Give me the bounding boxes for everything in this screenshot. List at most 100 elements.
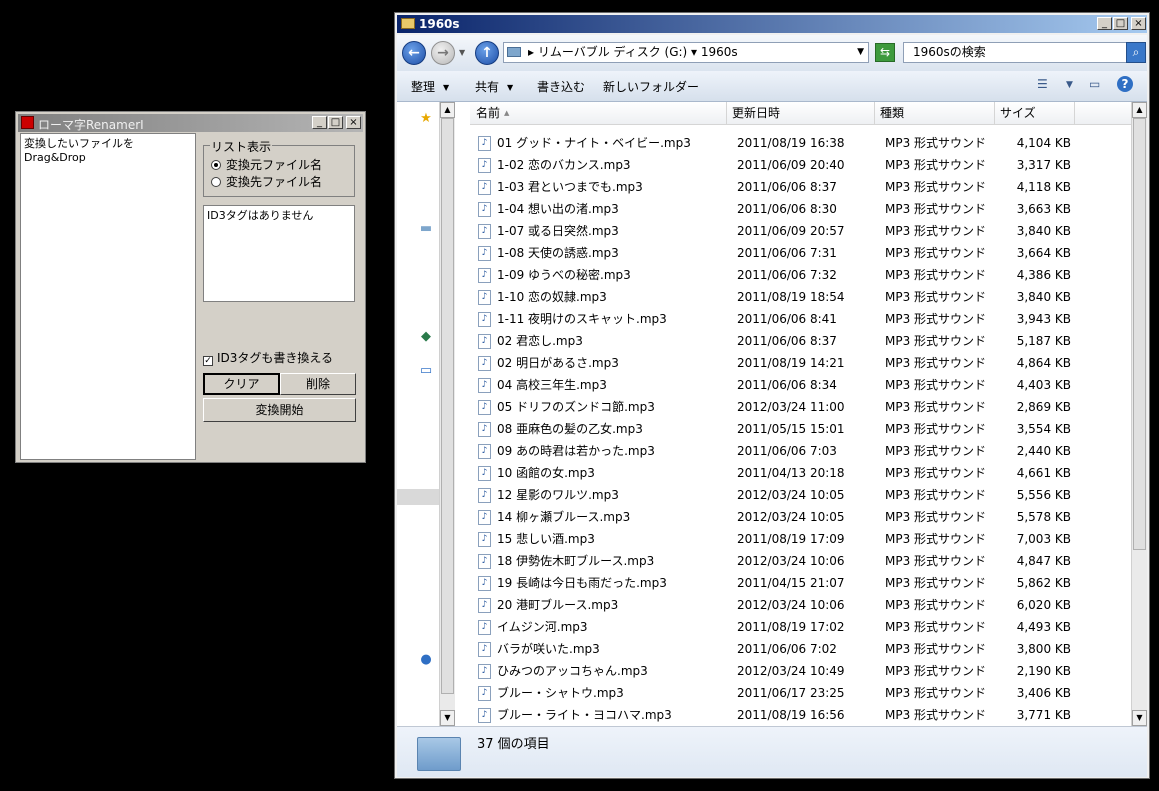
mp3-file-icon: ♪ bbox=[478, 268, 491, 283]
file-date: 2011/06/06 7:03 bbox=[737, 444, 837, 458]
back-arrow-icon[interactable]: ← bbox=[402, 41, 426, 65]
file-row[interactable]: ♪ ひみつのアッコちゃん.mp3 2012/03/24 10:49 MP3 形式サウン… bbox=[455, 660, 1131, 682]
file-row[interactable]: ♪ 1-03 君といつまでも.mp3 2011/06/06 8:37 MP3 形式サウ… bbox=[455, 176, 1131, 198]
explorer-minimize-button[interactable]: _ bbox=[1097, 17, 1112, 30]
renamer-titlebar[interactable]: ローマ字RenamerI _ □ × bbox=[18, 114, 363, 132]
history-dropdown-icon[interactable]: ▼ bbox=[459, 48, 465, 57]
drop-file-list[interactable]: 変換したいファイルをDrag&Drop bbox=[20, 133, 196, 460]
file-row[interactable]: ♪ イムジン河.mp3 2011/08/19 17:02 MP3 形式サウンド 4,49… bbox=[455, 616, 1131, 638]
computer-icon[interactable]: ▭ bbox=[419, 364, 433, 378]
share-menu[interactable]: 共有 ▼ bbox=[475, 78, 513, 95]
delete-button[interactable]: 削除 bbox=[280, 373, 356, 395]
file-scrollbar[interactable]: ▲ ▼ bbox=[1131, 102, 1147, 726]
file-date: 2011/04/13 20:18 bbox=[737, 466, 845, 480]
up-arrow-icon[interactable]: ↑ bbox=[475, 41, 499, 65]
id3-rewrite-check[interactable]: ✓ bbox=[203, 356, 213, 366]
file-row[interactable]: ♪ 12 星影のワルツ.mp3 2012/03/24 10:05 MP3 形式サウンド… bbox=[455, 484, 1131, 506]
file-row[interactable]: ♪ 1-09 ゆうべの秘密.mp3 2011/06/06 7:32 MP3 形式サウン… bbox=[455, 264, 1131, 286]
file-row[interactable]: ♪ 1-11 夜明けのスキャット.mp3 2011/06/06 8:41 MP3 形式… bbox=[455, 308, 1131, 330]
maximize-button[interactable]: □ bbox=[328, 116, 343, 129]
nav-scrollbar[interactable]: ▲ ▼ bbox=[439, 102, 455, 726]
views-icon[interactable]: ☰ bbox=[1037, 77, 1048, 91]
file-name: ブルー・シャトウ.mp3 bbox=[497, 686, 624, 700]
help-icon[interactable]: ? bbox=[1117, 76, 1133, 92]
file-row[interactable]: ♪ 04 高校三年生.mp3 2011/06/06 8:34 MP3 形式サウンド 4,… bbox=[455, 374, 1131, 396]
file-row[interactable]: ♪ バラが咲いた.mp3 2011/06/06 7:02 MP3 形式サウンド 3,80… bbox=[455, 638, 1131, 660]
folder-icon bbox=[401, 18, 415, 29]
file-row[interactable]: ♪ 1-02 恋のバカンス.mp3 2011/06/09 20:40 MP3 形式サウ… bbox=[455, 154, 1131, 176]
clear-button[interactable]: クリア bbox=[203, 373, 280, 395]
address-dropdown-icon[interactable]: ▼ bbox=[857, 43, 864, 62]
forward-arrow-icon[interactable]: → bbox=[431, 41, 455, 65]
radio-dest-indicator[interactable] bbox=[211, 177, 221, 187]
file-size: 7,003 KB bbox=[1016, 532, 1071, 546]
file-row[interactable]: ♪ 19 長崎は今日も雨だった.mp3 2011/04/15 21:07 MP3 形式… bbox=[455, 572, 1131, 594]
address-path[interactable]: ▸ リムーバブル ディスク (G:) ▾ 1960s bbox=[528, 43, 738, 62]
column-header-name[interactable]: 名前 ▲ bbox=[470, 102, 727, 125]
address-input[interactable]: ▸ リムーバブル ディスク (G:) ▾ 1960s ▼ bbox=[503, 42, 869, 63]
file-row[interactable]: ♪ ブルー・ライト・ヨコハマ.mp3 2011/08/19 16:56 MP3 形式サ… bbox=[455, 704, 1131, 726]
file-type: MP3 形式サウンド bbox=[885, 246, 987, 260]
new-folder-button[interactable]: 新しいフォルダー bbox=[603, 78, 699, 95]
nav-scroll-thumb[interactable] bbox=[441, 118, 454, 694]
file-scroll-down-icon[interactable]: ▼ bbox=[1132, 710, 1147, 726]
column-header-type[interactable]: 種類 bbox=[875, 102, 995, 125]
file-row[interactable]: ♪ 1-07 或る日突然.mp3 2011/06/09 20:57 MP3 形式サウン… bbox=[455, 220, 1131, 242]
mp3-file-icon: ♪ bbox=[478, 510, 491, 525]
id3-rewrite-checkbox[interactable]: ✓ ID3タグも書き換える bbox=[203, 349, 333, 366]
file-row[interactable]: ♪ 20 港町ブルース.mp3 2012/03/24 10:06 MP3 形式サウンド… bbox=[455, 594, 1131, 616]
nav-scroll-up-icon[interactable]: ▲ bbox=[440, 102, 455, 118]
radio-dest-name[interactable]: 変換先ファイル名 bbox=[211, 173, 322, 190]
start-convert-button[interactable]: 変換開始 bbox=[203, 398, 356, 422]
radio-source-indicator[interactable] bbox=[211, 160, 221, 170]
file-row[interactable]: ♪ 02 君恋し.mp3 2011/06/06 8:37 MP3 形式サウンド 5,18… bbox=[455, 330, 1131, 352]
file-row[interactable]: ♪ 18 伊勢佐木町ブルース.mp3 2012/03/24 10:06 MP3 形式サ… bbox=[455, 550, 1131, 572]
file-size: 3,800 KB bbox=[1016, 642, 1071, 656]
file-size: 4,493 KB bbox=[1016, 620, 1071, 634]
search-input[interactable]: 1960sの検索 bbox=[903, 42, 1129, 63]
file-scroll-up-icon[interactable]: ▲ bbox=[1132, 102, 1147, 118]
file-scroll-thumb[interactable] bbox=[1133, 118, 1146, 550]
mp3-file-icon: ♪ bbox=[478, 202, 491, 217]
organize-caret-icon: ▼ bbox=[443, 83, 450, 92]
column-header-date[interactable]: 更新日時 bbox=[727, 102, 875, 125]
file-row[interactable]: ♪ 14 柳ヶ瀬ブルース.mp3 2012/03/24 10:05 MP3 形式サウン… bbox=[455, 506, 1131, 528]
file-row[interactable]: ♪ 01 グッド・ナイト・ベイビー.mp3 2011/08/19 16:38 MP3 … bbox=[455, 132, 1131, 154]
preview-pane-icon[interactable]: ▭ bbox=[1089, 77, 1100, 91]
burn-button[interactable]: 書き込む bbox=[537, 78, 585, 95]
homegroup-icon[interactable]: ◆ bbox=[419, 330, 433, 344]
radio-source-name[interactable]: 変換元ファイル名 bbox=[211, 156, 322, 173]
nav-scroll-down-icon[interactable]: ▼ bbox=[440, 710, 455, 726]
organize-menu[interactable]: 整理 ▼ bbox=[411, 78, 449, 95]
file-row[interactable]: ♪ 1-10 恋の奴隷.mp3 2011/08/19 18:54 MP3 形式サウンド… bbox=[455, 286, 1131, 308]
column-header-size[interactable]: サイズ bbox=[995, 102, 1075, 125]
explorer-close-button[interactable]: × bbox=[1131, 17, 1146, 30]
mp3-file-icon: ♪ bbox=[478, 422, 491, 437]
file-row[interactable]: ♪ 09 あの時君は若かった.mp3 2011/06/06 7:03 MP3 形式サウ… bbox=[455, 440, 1131, 462]
library-folder-icon[interactable]: ▬ bbox=[419, 222, 433, 236]
file-row[interactable]: ♪ 02 明日があるさ.mp3 2011/08/19 14:21 MP3 形式サウンド… bbox=[455, 352, 1131, 374]
network-globe-icon[interactable]: ● bbox=[419, 653, 433, 667]
views-caret-icon[interactable]: ▼ bbox=[1066, 80, 1073, 90]
explorer-maximize-button[interactable]: □ bbox=[1113, 17, 1128, 30]
file-row[interactable]: ♪ ブルー・シャトウ.mp3 2011/06/17 23:25 MP3 形式サウンド 3… bbox=[455, 682, 1131, 704]
refresh-icon[interactable]: ⇆ bbox=[875, 43, 895, 62]
file-row[interactable]: ♪ 1-04 想い出の渚.mp3 2011/06/06 8:30 MP3 形式サウンド… bbox=[455, 198, 1131, 220]
file-row[interactable]: ♪ 15 悲しい酒.mp3 2011/08/19 17:09 MP3 形式サウンド 7,… bbox=[455, 528, 1131, 550]
file-type: MP3 形式サウンド bbox=[885, 180, 987, 194]
mp3-file-icon: ♪ bbox=[478, 180, 491, 195]
file-row[interactable]: ♪ 1-08 天使の誘惑.mp3 2011/06/06 7:31 MP3 形式サウンド… bbox=[455, 242, 1131, 264]
file-name: 04 高校三年生.mp3 bbox=[497, 378, 607, 392]
favorites-star-icon[interactable]: ★ bbox=[419, 112, 433, 126]
file-row[interactable]: ♪ 05 ドリフのズンドコ節.mp3 2012/03/24 11:00 MP3 形式サ… bbox=[455, 396, 1131, 418]
file-size: 3,406 KB bbox=[1016, 686, 1071, 700]
explorer-titlebar[interactable]: 1960s _ □ × bbox=[397, 15, 1147, 33]
minimize-button[interactable]: _ bbox=[312, 116, 327, 129]
file-row[interactable]: ♪ 08 亜麻色の髪の乙女.mp3 2011/05/15 15:01 MP3 形式サウ… bbox=[455, 418, 1131, 440]
file-name: 18 伊勢佐木町ブルース.mp3 bbox=[497, 554, 655, 568]
file-type: MP3 形式サウンド bbox=[885, 268, 987, 282]
close-button[interactable]: × bbox=[346, 116, 361, 129]
search-icon[interactable]: ⌕ bbox=[1126, 42, 1146, 63]
id3-info-box[interactable]: ID3タグはありません bbox=[203, 205, 355, 302]
file-row[interactable]: ♪ 10 函館の女.mp3 2011/04/13 20:18 MP3 形式サウンド 4,… bbox=[455, 462, 1131, 484]
